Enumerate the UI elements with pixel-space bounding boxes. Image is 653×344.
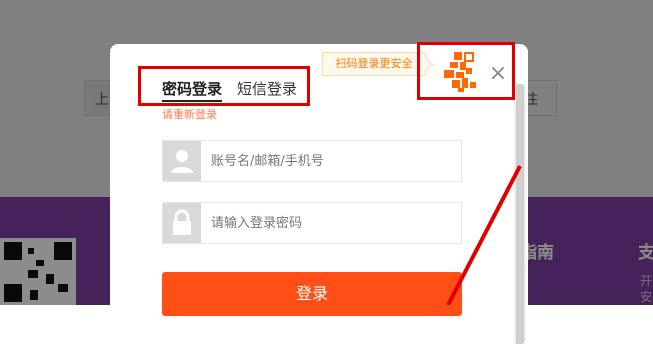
user-icon (163, 141, 201, 181)
password-field[interactable] (162, 202, 462, 244)
annotation-box-qr-close (417, 42, 515, 100)
relogin-hint: 请重新登录 (162, 108, 217, 121)
password-input[interactable] (211, 203, 451, 243)
annotation-arrow-line (446, 165, 522, 305)
username-field[interactable] (162, 140, 462, 182)
annotation-box-tabs (138, 66, 310, 106)
lock-icon (163, 203, 201, 243)
scan-login-tip: 扫码登录更安全 (322, 52, 426, 76)
username-input[interactable] (211, 141, 451, 181)
login-button[interactable]: 登录 (162, 272, 462, 316)
